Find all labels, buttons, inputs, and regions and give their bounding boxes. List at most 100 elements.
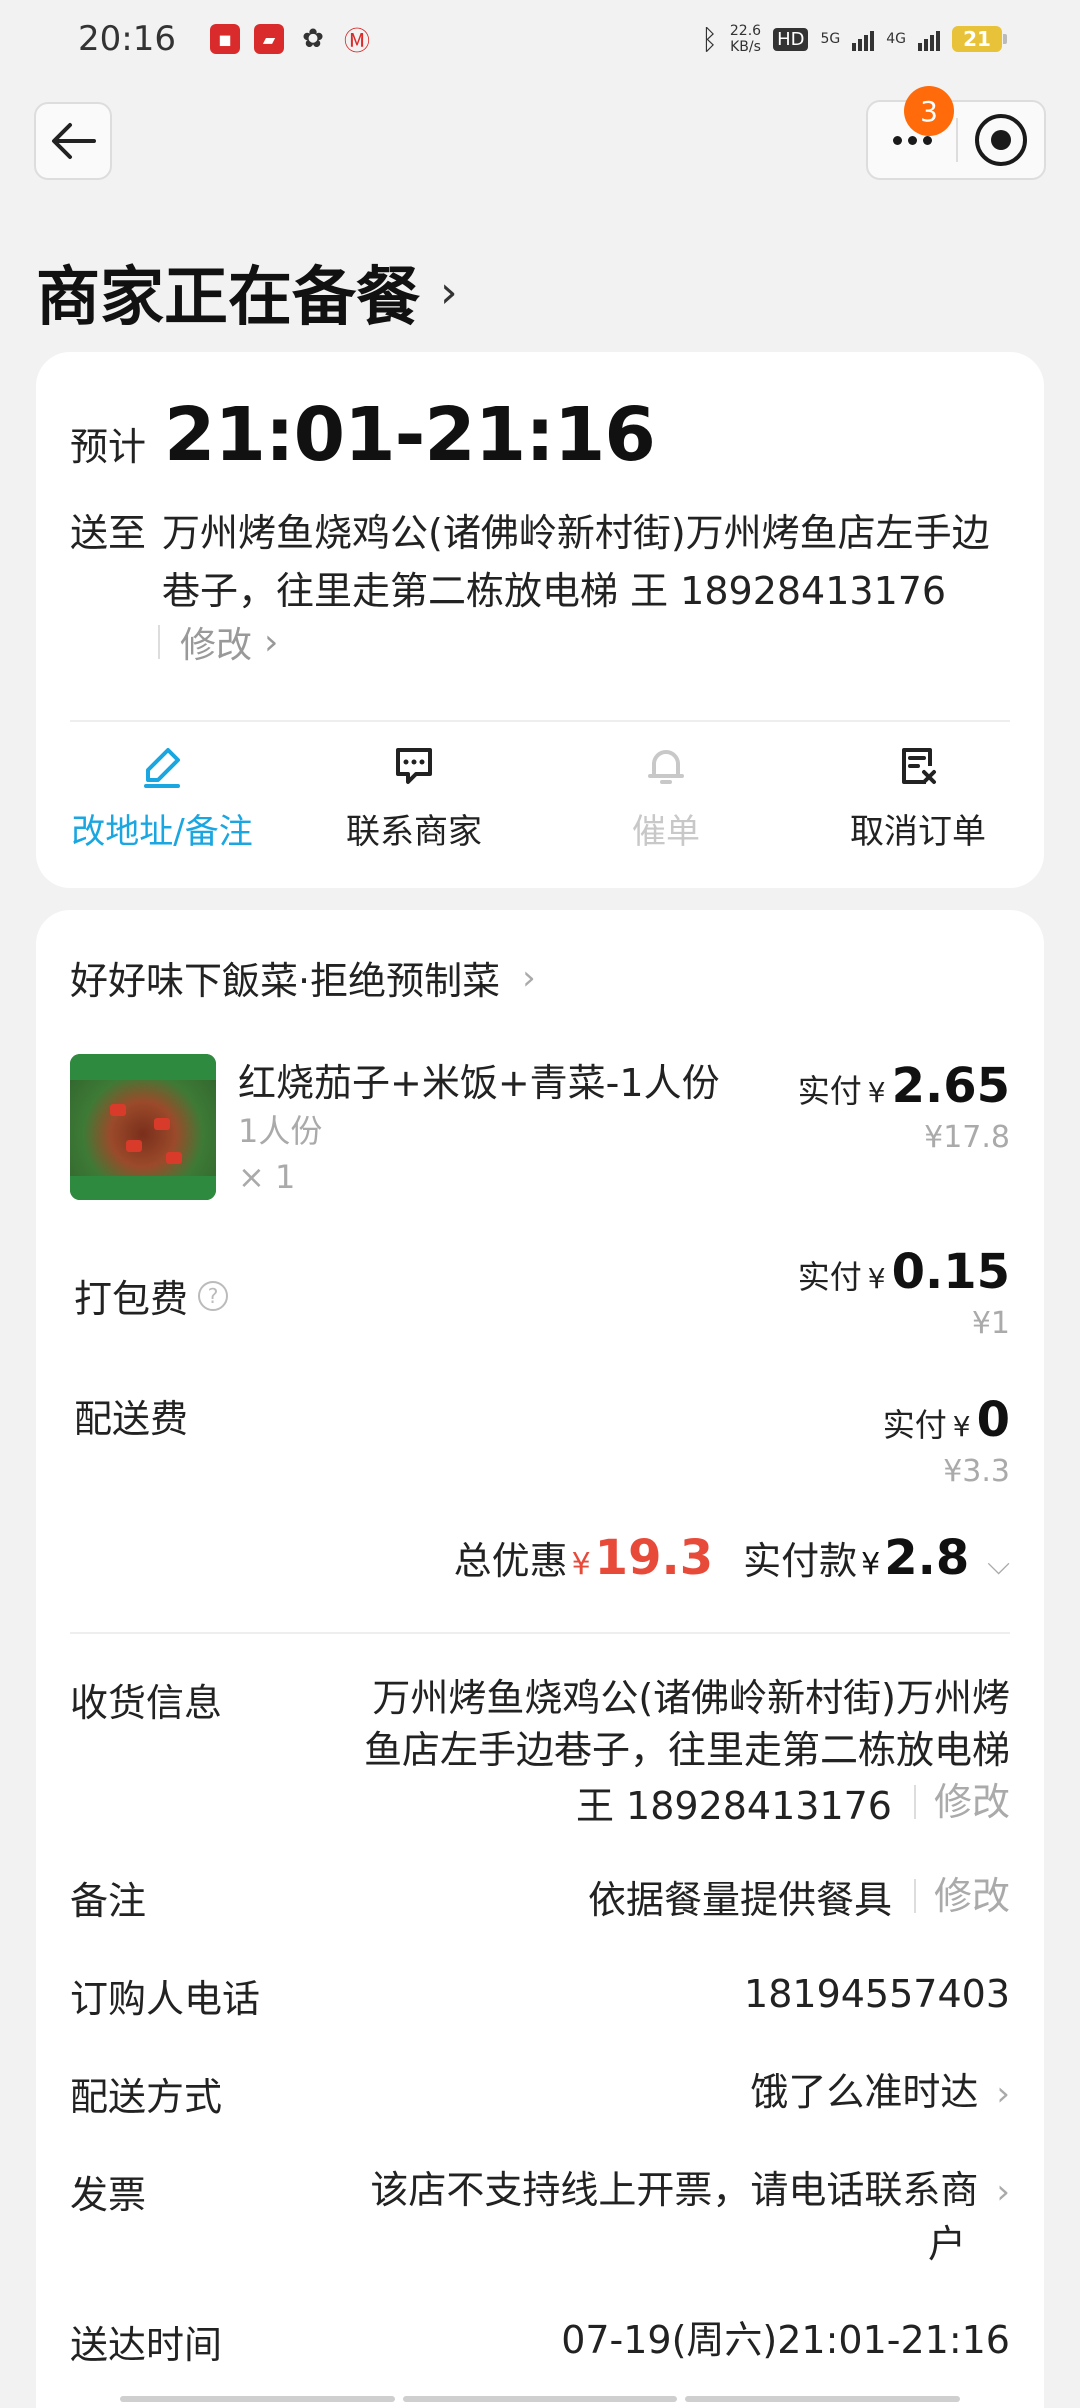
chevron-right-icon: ›: [996, 2172, 1010, 2212]
order-actions: 改地址/备注 联系商家 催单 取消订单: [36, 742, 1044, 853]
bell-icon: [642, 742, 690, 790]
note-row: 备注 依据餐量提供餐具 修改: [70, 1870, 1010, 1923]
time-value: 07-19(周六)21:01-21:16: [561, 2318, 1010, 2362]
method-value: 饿了么准时达 ›: [750, 2070, 1010, 2114]
currency-symbol: ¥: [867, 1262, 886, 1295]
dish-name: 红烧茄子+米饭+青菜-1人份: [238, 1061, 720, 1105]
currency-symbol: ¥: [571, 1547, 591, 1582]
status-bar: 20:16 ◼ ▰ ✿ Ⓜ ᛒ 22.6 KB/s HD 5G 4G 21: [0, 0, 1080, 78]
order-detail-card: 好好味下飯菜·拒绝预制菜 › 红烧茄子+米饭+青菜-1人份 1人份 × 1 实付…: [36, 910, 1044, 2408]
network-speed: 22.6 KB/s: [729, 23, 762, 55]
chevron-right-icon: ›: [522, 957, 536, 998]
delivery-address: 送至 万州烤鱼烧鸡公(诸佛岭新村街)万州烤鱼店左手边巷子，往里走第二栋放电梯 王…: [70, 504, 1010, 620]
more-button[interactable]: 3: [868, 86, 956, 178]
wechat-icon: ✿: [302, 24, 324, 54]
divider: [70, 1632, 1010, 1634]
action-label: 取消订单: [850, 812, 986, 852]
chevron-right-icon: ›: [440, 266, 458, 318]
paid-label: 实付: [797, 1258, 862, 1296]
delivery-status-card: 预计 21:01-21:16 送至 万州烤鱼烧鸡公(诸佛岭新村街)万州烤鱼店左手…: [36, 352, 1044, 888]
close-miniprogram-button[interactable]: [958, 102, 1044, 178]
buyer-phone-row: 订购人电话 18194557403: [70, 1968, 1010, 2021]
edit-receiver-link[interactable]: 修改: [892, 1776, 1010, 1828]
chevron-right-icon: ›: [996, 2074, 1010, 2114]
target-icon: [975, 114, 1027, 166]
arrow-left-icon: [52, 123, 96, 159]
action-label: 联系商家: [346, 812, 482, 852]
delivery-fee-price: 实付 ¥ 0 ¥3.3: [883, 1392, 1010, 1489]
receiver-label: 收货信息: [70, 1681, 223, 1725]
original-price: ¥1: [971, 1306, 1010, 1341]
eta-label: 预计: [70, 425, 147, 469]
receiver-info-row: 收货信息 万州烤鱼烧鸡公(诸佛岭新村街)万州烤 鱼店左手边巷子，往里走第二栋放电…: [70, 1672, 1010, 1828]
paid-label: 实付: [882, 1406, 947, 1444]
chevron-right-icon: ›: [264, 621, 279, 663]
discount-label: 总优惠: [453, 1539, 568, 1583]
dish-quantity: × 1: [238, 1158, 296, 1196]
paid-label: 实付: [797, 1072, 862, 1110]
method-label: 配送方式: [70, 2075, 223, 2119]
phone-value: 18194557403: [744, 1972, 1010, 2016]
edit-label: 修改: [180, 625, 253, 666]
hd-icon: HD: [773, 27, 809, 51]
edit-icon: [138, 742, 186, 790]
paid-amount: 2.65: [891, 1058, 1010, 1114]
signal-4g-label: 4G: [886, 31, 906, 47]
home-indicator: [120, 2396, 961, 2402]
eta-time: 21:01-21:16: [164, 392, 656, 478]
receiver-value: 万州烤鱼烧鸡公(诸佛岭新村街)万州烤 鱼店左手边巷子，往里走第二栋放电梯 王 1…: [363, 1676, 1010, 1828]
notification-message-icon: ▰: [253, 24, 284, 54]
divider: [70, 720, 1010, 722]
packing-fee-price: 实付 ¥ 0.15 ¥1: [798, 1244, 1010, 1341]
more-icon: [892, 135, 932, 145]
currency-symbol: ¥: [861, 1547, 881, 1582]
invoice-value: 该店不支持线上开票，请电话联系商 › 户: [370, 2168, 1010, 2266]
invoice-label: 发票: [70, 2173, 147, 2217]
dish-price: 实付 ¥ 2.65 ¥17.8: [798, 1058, 1010, 1155]
chevron-down-icon: ⌵: [987, 1547, 1010, 1582]
original-price: ¥17.8: [924, 1120, 1010, 1155]
urge-order-button[interactable]: 催单: [540, 742, 792, 853]
order-status-title[interactable]: 商家正在备餐 ›: [36, 246, 458, 338]
action-label: 催单: [632, 812, 700, 852]
eta: 预计 21:01-21:16: [70, 392, 656, 478]
paid-amount: 0.15: [891, 1244, 1010, 1300]
note-value: 依据餐量提供餐具 修改: [588, 1870, 1010, 1926]
time-label: 送达时间: [70, 2323, 223, 2367]
packing-fee-label: 打包费 ?: [74, 1268, 229, 1323]
paid-amount: 0: [976, 1392, 1010, 1448]
delivery-method-row[interactable]: 配送方式 饿了么准时达 ›: [70, 2066, 1010, 2119]
dish-spec: 1人份: [238, 1112, 323, 1150]
action-label: 改地址/备注: [71, 812, 253, 852]
signal-icon-2: [918, 27, 940, 51]
notification-app-icon: ◼: [209, 24, 240, 54]
help-icon[interactable]: ?: [198, 1280, 229, 1311]
address-text: 万州烤鱼烧鸡公(诸佛岭新村街)万州烤鱼店左手边巷子，往里走第二栋放电梯 王 18…: [162, 511, 990, 613]
page-title: 商家正在备餐: [36, 261, 420, 335]
back-button[interactable]: [34, 102, 112, 180]
edit-note-link[interactable]: 修改: [892, 1870, 1010, 1922]
chat-icon: [390, 742, 438, 790]
currency-symbol: ¥: [867, 1076, 886, 1109]
total-discount: 19.3: [594, 1530, 714, 1586]
status-time: 20:16: [78, 19, 176, 59]
phone-label: 订购人电话: [70, 1977, 261, 2021]
notification-badge: 3: [904, 86, 954, 136]
battery-icon: 21: [952, 26, 1007, 52]
pay-label: 实付款: [743, 1539, 858, 1583]
shop-link[interactable]: 好好味下飯菜·拒绝预制菜 ›: [70, 950, 536, 1005]
contact-merchant-button[interactable]: 联系商家: [288, 742, 540, 853]
mcdonalds-icon: Ⓜ: [343, 26, 370, 57]
original-price: ¥3.3: [943, 1454, 1010, 1489]
invoice-row[interactable]: 发票 该店不支持线上开票，请电话联系商 › 户: [70, 2164, 1010, 2274]
cancel-order-button[interactable]: 取消订单: [792, 742, 1044, 853]
signal-5g-label: 5G: [820, 31, 841, 47]
currency-symbol: ¥: [952, 1410, 971, 1443]
dish-image: [70, 1054, 216, 1200]
bluetooth-icon: ᛒ: [701, 22, 718, 56]
payment-summary[interactable]: 总优惠 ¥ 19.3 实付款 ¥ 2.8 ⌵: [454, 1530, 1010, 1586]
total-paid: 2.8: [884, 1530, 970, 1586]
address-label: 送至: [70, 511, 147, 555]
change-address-button[interactable]: 改地址/备注: [36, 742, 288, 853]
edit-address-link[interactable]: 修改 ›: [158, 616, 278, 668]
